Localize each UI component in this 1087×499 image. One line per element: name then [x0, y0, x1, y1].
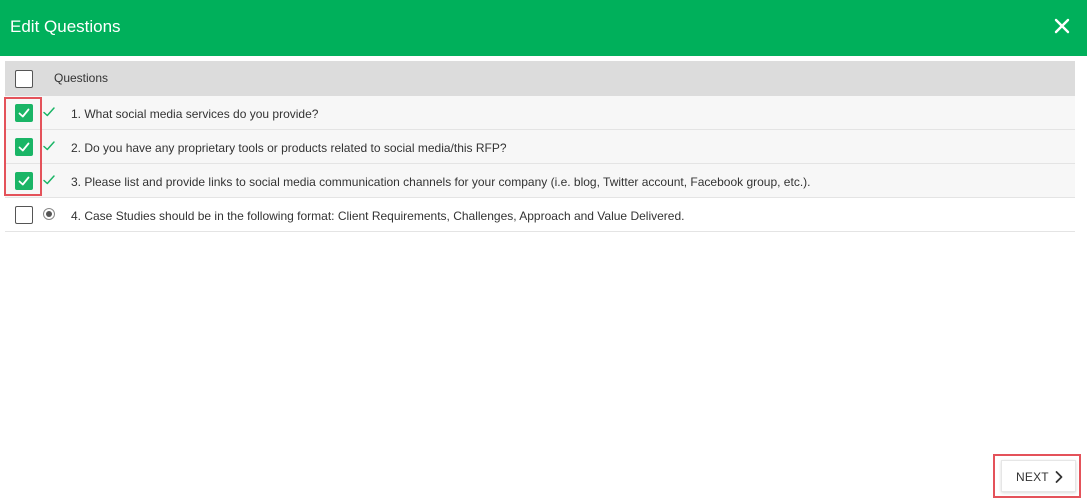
dialog-header: Edit Questions	[0, 0, 1087, 56]
table-header: Questions	[5, 61, 1075, 96]
question-row-1[interactable]: 1. What social media services do you pro…	[5, 96, 1075, 130]
close-button[interactable]	[1053, 17, 1071, 35]
check-icon	[43, 175, 55, 185]
close-icon	[1054, 18, 1070, 34]
check-icon	[43, 141, 55, 151]
question-row-4[interactable]: 4. Case Studies should be in the followi…	[5, 198, 1075, 232]
check-icon	[43, 107, 55, 117]
radio-selected-icon	[43, 208, 55, 220]
next-button-label: NEXT	[1016, 470, 1049, 484]
question-1-checkbox[interactable]	[15, 104, 33, 122]
question-row-3[interactable]: 3. Please list and provide links to soci…	[5, 164, 1075, 198]
question-2-checkbox[interactable]	[15, 138, 33, 156]
question-3-checkbox[interactable]	[15, 172, 33, 190]
checkmark-icon	[18, 176, 30, 186]
questions-table: Questions 1. What social media services …	[5, 61, 1075, 232]
dialog-title: Edit Questions	[10, 17, 121, 36]
question-2-text: 2. Do you have any proprietary tools or …	[71, 141, 507, 155]
question-1-text: 1. What social media services do you pro…	[71, 107, 319, 121]
question-3-text: 3. Please list and provide links to soci…	[71, 175, 811, 189]
questions-column-header: Questions	[54, 71, 109, 85]
question-4-checkbox[interactable]	[15, 206, 33, 224]
question-4-text: 4. Case Studies should be in the followi…	[71, 209, 685, 223]
checkmark-icon	[18, 142, 30, 152]
checkmark-icon	[18, 108, 30, 118]
next-button[interactable]: NEXT	[1001, 460, 1076, 492]
question-row-2[interactable]: 2. Do you have any proprietary tools or …	[5, 130, 1075, 164]
chevron-right-icon	[1055, 471, 1063, 483]
select-all-checkbox[interactable]	[15, 70, 33, 88]
